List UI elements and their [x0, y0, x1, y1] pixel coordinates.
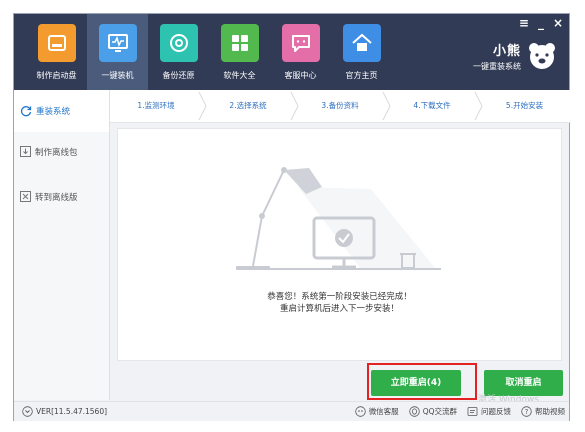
wechat-support-link[interactable]: 微信客服: [354, 406, 399, 417]
brand-subtitle: 一键重装系统: [473, 62, 521, 71]
version-chevron-icon: [22, 406, 33, 417]
brand-name: 小熊: [492, 44, 521, 59]
window-controls: ≡ _ ×: [519, 16, 563, 30]
footer-links: 微信客服 QQ交流群 问题反馈 ? 帮助视频: [354, 406, 565, 417]
nav-label: 客服中心: [284, 71, 317, 80]
status-bar: VER[11.5.47.1560] 微信客服 QQ交流群 问题反馈 ? 帮助视频: [14, 401, 569, 421]
usb-drive-icon: [37, 24, 76, 62]
nav-item-one-click-install[interactable]: 一键装机: [87, 14, 148, 90]
brand: 小熊 一键重装系统: [473, 40, 557, 72]
nav-item-support[interactable]: 客服中心: [270, 14, 331, 90]
step-detect-environment: 1.监测环境: [137, 101, 175, 110]
success-message-line1: 恭喜您！系统第一阶段安装已经完成！: [267, 292, 412, 302]
step-backup-data: 3.备份资料: [321, 101, 359, 110]
sidebar-item-offline-version[interactable]: 转到离线版: [14, 181, 109, 212]
download-box-icon: [20, 146, 31, 157]
step-download-files: 4.下载文件: [413, 101, 451, 110]
desk-lamp-computer-illustration: [236, 167, 441, 270]
nav-label: 软件大全: [223, 71, 256, 80]
version-info: VER[11.5.47.1560]: [22, 406, 107, 417]
install-steps: 1.监测环境 2.选择系统 3.备份资料 4.下载文件 5.开始安装: [110, 90, 571, 123]
nav-label: 备份还原: [162, 71, 195, 80]
close-button[interactable]: ×: [553, 16, 563, 30]
feedback-icon: [467, 407, 478, 416]
feedback-link[interactable]: 问题反馈: [467, 406, 511, 417]
footer-link-label: 问题反馈: [481, 407, 511, 416]
chat-bubble-icon: [281, 24, 320, 62]
qq-icon: [408, 406, 420, 417]
refresh-icon: [20, 106, 32, 117]
main-content: 恭喜您！系统第一阶段安装已经完成！ 重启计算机后进入下一步安装！: [117, 128, 562, 361]
nav-item-homepage[interactable]: 官方主页: [331, 14, 392, 90]
main-nav: 制作启动盘 一键装机 备份还原 软件大全 客服中心 官方主页: [26, 14, 392, 90]
menu-icon[interactable]: ≡: [519, 16, 529, 30]
app-window: 制作启动盘 一键装机 备份还原 软件大全 客服中心 官方主页 ≡ _ × 小熊 …: [13, 13, 571, 421]
nav-label: 一键装机: [101, 71, 134, 80]
monitor-pulse-icon: [98, 24, 137, 62]
nav-item-backup-restore[interactable]: 备份还原: [148, 14, 209, 90]
footer-link-label: 微信客服: [368, 407, 399, 416]
qq-group-link[interactable]: QQ交流群: [408, 406, 457, 417]
wechat-icon: [354, 406, 366, 417]
minimize-button[interactable]: _: [538, 16, 544, 30]
bear-logo-icon: [529, 43, 555, 69]
help-icon: ?: [521, 406, 532, 417]
sidebar-item-reinstall[interactable]: 重装系统: [14, 90, 109, 132]
svg-text:?: ?: [525, 408, 529, 416]
nav-item-boot-disk[interactable]: 制作启动盘: [26, 14, 87, 90]
version-text: VER[11.5.47.1560]: [36, 407, 108, 416]
apps-grid-icon: [220, 24, 259, 62]
footer-link-label: QQ交流群: [422, 407, 457, 416]
sidebar-item-label: 转到离线版: [35, 192, 78, 203]
footer-link-label: 帮助视频: [535, 407, 565, 416]
sidebar-item-label: 制作离线包: [35, 147, 78, 158]
offline-icon: [20, 191, 31, 202]
step-start-install: 5.开始安装: [505, 101, 544, 110]
success-message-line2: 重启计算机后进入下一步安装！: [279, 304, 399, 314]
restore-icon: [159, 24, 198, 62]
nav-item-software[interactable]: 软件大全: [209, 14, 270, 90]
sidebar-item-offline-package[interactable]: 制作离线包: [14, 136, 109, 167]
sidebar-item-label: 重装系统: [36, 107, 71, 117]
top-bar: 制作启动盘 一键装机 备份还原 软件大全 客服中心 官方主页 ≡ _ × 小熊 …: [14, 14, 569, 90]
sidebar: 重装系统 制作离线包 转到离线版: [14, 90, 110, 400]
restart-now-button[interactable]: 立即重启(4): [371, 370, 461, 396]
help-video-link[interactable]: ? 帮助视频: [521, 406, 565, 417]
nav-label: 官方主页: [345, 71, 378, 80]
nav-label: 制作启动盘: [36, 71, 77, 80]
home-icon: [342, 24, 381, 62]
step-choose-system: 2.选择系统: [229, 101, 267, 110]
